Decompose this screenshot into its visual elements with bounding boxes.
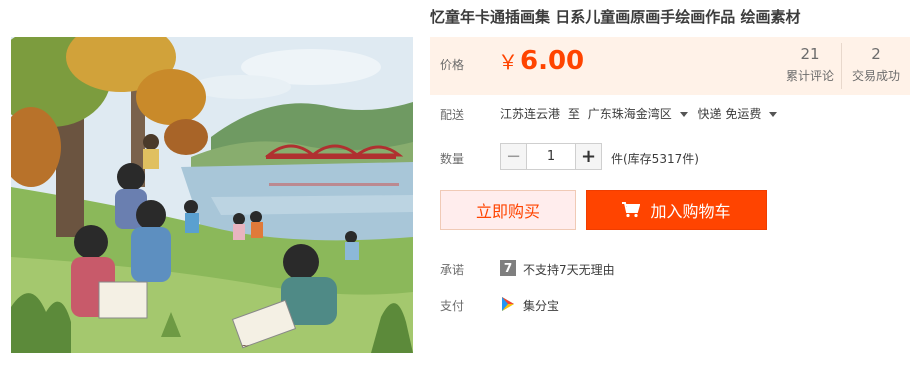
product-title: 忆童年卡通插画集 日系儿童画原画手绘画作品 绘画素材	[430, 8, 801, 26]
buy-now-button[interactable]: 立即购买	[440, 190, 576, 230]
trades-label: 交易成功	[851, 69, 900, 83]
currency-symbol: ￥	[498, 50, 518, 74]
payment-label: 支付	[440, 299, 465, 313]
shipping-row: 江苏连云港 至 广东珠海金湾区 快递 免运费	[500, 105, 783, 122]
quantity-decrease-button[interactable]: −	[500, 143, 527, 170]
shipping-to: 至	[567, 107, 580, 121]
trades-stat: 2 交易成功	[848, 45, 904, 84]
shipping-method: 快递 免运费	[697, 107, 762, 121]
shipping-destination-select[interactable]: 广东珠海金湾区	[588, 107, 694, 121]
buy-now-label: 立即购买	[475, 202, 540, 221]
reviews-stat[interactable]: 21 累计评论	[782, 45, 838, 84]
quantity-input[interactable]: 1	[527, 143, 575, 170]
stats-divider	[841, 43, 842, 89]
svg-text:~: ~	[241, 341, 249, 352]
shipping-label: 配送	[440, 108, 465, 122]
seven-day-icon: 7	[500, 260, 516, 276]
shipping-method-select[interactable]: 快递 免运费	[698, 107, 784, 121]
promise-label: 承诺	[440, 263, 465, 277]
cart-icon	[622, 202, 641, 218]
product-image[interactable]: ~	[11, 37, 413, 353]
reviews-label: 累计评论	[785, 69, 834, 83]
trades-count: 2	[871, 45, 881, 63]
quantity-label: 数量	[440, 152, 465, 166]
shipping-origin: 江苏连云港	[500, 107, 561, 121]
add-to-cart-label: 加入购物车	[650, 202, 731, 221]
chevron-down-icon	[679, 112, 688, 117]
chevron-down-icon	[769, 112, 778, 117]
jifenbao-icon	[502, 297, 514, 311]
reviews-count: 21	[800, 45, 820, 63]
quantity-increase-button[interactable]: +	[575, 143, 602, 170]
quantity-stepper: − 1 +	[500, 143, 602, 170]
price-label: 价格	[440, 58, 465, 72]
price-panel: 价格 ￥6.00 21 累计评论 2 交易成功	[430, 37, 910, 95]
shipping-destination: 广东珠海金湾区	[587, 107, 672, 121]
price-value: ￥6.00	[498, 46, 584, 76]
promise-text[interactable]: 不支持7天无理由	[523, 261, 615, 278]
product-illustration: ~	[11, 37, 413, 353]
quantity-stock: 件(库存5317件)	[611, 152, 699, 166]
add-to-cart-button[interactable]: 加入购物车	[586, 190, 767, 230]
price-amount: 6.00	[520, 46, 585, 76]
payment-method: 集分宝	[523, 299, 560, 313]
